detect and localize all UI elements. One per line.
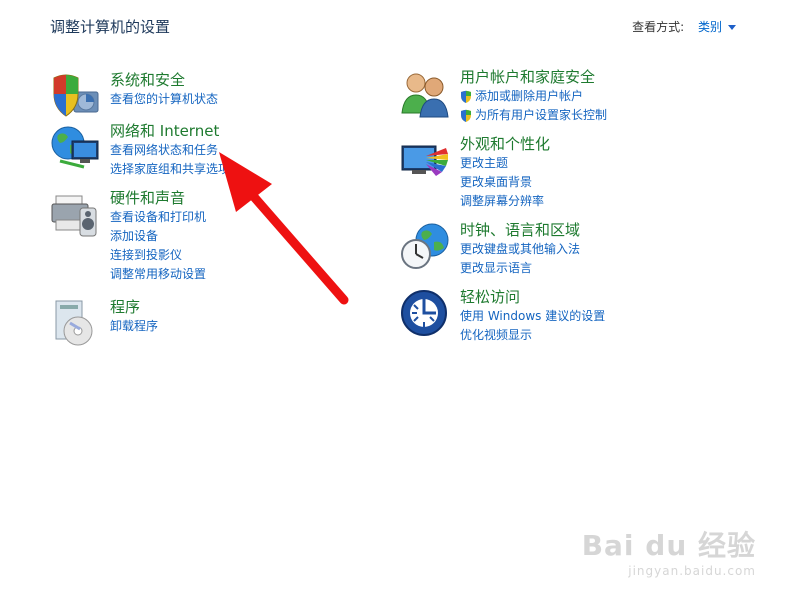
link-display-language[interactable]: 更改显示语言 [460, 259, 740, 278]
link-label: 优化视频显示 [460, 328, 533, 342]
page-title: 调整计算机的设置 [50, 18, 171, 36]
view-by-label: 查看方式: [632, 20, 685, 34]
link-label: 为所有用户设置家长控制 [475, 108, 608, 122]
view-by-control: 查看方式: 类别 [632, 18, 736, 35]
category-title[interactable]: 用户帐户和家庭安全 [460, 67, 740, 87]
link-label: 查看设备和打印机 [110, 210, 207, 224]
link-label: 卸载程序 [110, 319, 159, 333]
link-label: 查看您的计算机状态 [110, 92, 219, 106]
uac-shield-icon [460, 109, 472, 122]
view-by-dropdown[interactable]: 类别 [698, 20, 722, 34]
link-uninstall-program[interactable]: 卸载程序 [110, 317, 390, 336]
category-title[interactable]: 轻松访问 [460, 287, 740, 307]
watermark-brand: Bai du 经验 [581, 529, 756, 562]
category-title[interactable]: 时钟、语言和区域 [460, 220, 740, 240]
programs-disc-icon[interactable] [50, 297, 102, 349]
category-title[interactable]: 程序 [110, 297, 390, 317]
users-icon[interactable] [400, 67, 452, 119]
category-title[interactable]: 外观和个性化 [460, 134, 740, 154]
link-change-theme[interactable]: 更改主题 [460, 154, 740, 173]
link-connect-projector[interactable]: 连接到投影仪 [110, 246, 390, 265]
category-title[interactable]: 系统和安全 [110, 70, 390, 90]
link-desktop-background[interactable]: 更改桌面背景 [460, 173, 740, 192]
link-label: 更改桌面背景 [460, 175, 533, 189]
chevron-down-icon[interactable] [728, 25, 736, 30]
category-title[interactable]: 硬件和声音 [110, 188, 390, 208]
watermark: Bai du 经验 jingyan.baidu.com [582, 524, 756, 578]
printer-speaker-icon[interactable] [50, 188, 102, 240]
category-hardware-sound: 硬件和声音 查看设备和打印机 添加设备 连接到投影仪 调整常用移动设置 [50, 188, 390, 281]
link-label: 更改显示语言 [460, 261, 533, 275]
link-add-remove-accounts[interactable]: 添加或删除用户帐户 [460, 87, 740, 106]
link-change-keyboard[interactable]: 更改键盘或其他输入法 [460, 240, 740, 259]
shield-computer-icon[interactable] [50, 70, 102, 122]
link-label: 添加或删除用户帐户 [475, 89, 584, 103]
link-label: 连接到投影仪 [110, 248, 183, 262]
link-homegroup-sharing[interactable]: 选择家庭组和共享选项 [110, 160, 390, 179]
link-label: 添加设备 [110, 229, 159, 243]
link-optimize-display[interactable]: 优化视频显示 [460, 326, 740, 345]
link-view-computer-status[interactable]: 查看您的计算机状态 [110, 90, 390, 109]
watermark-url: jingyan.baidu.com [628, 564, 756, 578]
category-appearance: 外观和个性化 更改主题 更改桌面背景 调整屏幕分辨率 [400, 134, 740, 224]
link-label: 更改键盘或其他输入法 [460, 242, 581, 256]
category-ease-of-access: 轻松访问 使用 Windows 建议的设置 优化视频显示 [400, 287, 740, 377]
link-parental-controls[interactable]: 为所有用户设置家长控制 [460, 106, 740, 125]
category-title[interactable]: 网络和 Internet [110, 121, 390, 141]
link-devices-printers[interactable]: 查看设备和打印机 [110, 208, 390, 227]
link-add-device[interactable]: 添加设备 [110, 227, 390, 246]
category-programs: 程序 卸载程序 [50, 297, 390, 387]
link-view-network-status[interactable]: 查看网络状态和任务 [110, 141, 390, 160]
control-panel-window: 调整计算机的设置 查看方式: 类别 系统和安全 查看您的计算机状态 网络和 In… [0, 0, 800, 600]
ease-of-access-icon[interactable] [400, 287, 452, 339]
link-screen-resolution[interactable]: 调整屏幕分辨率 [460, 192, 740, 211]
monitor-palette-icon[interactable] [400, 134, 452, 186]
link-label: 更改主题 [460, 156, 509, 170]
link-label: 使用 Windows 建议的设置 [460, 309, 606, 323]
link-label: 调整常用移动设置 [110, 267, 207, 281]
uac-shield-icon [460, 90, 472, 103]
link-label: 选择家庭组和共享选项 [110, 162, 231, 176]
network-globe-icon[interactable] [50, 121, 102, 173]
link-mobility-settings[interactable]: 调整常用移动设置 [110, 265, 390, 284]
link-windows-recommended[interactable]: 使用 Windows 建议的设置 [460, 307, 740, 326]
link-label: 查看网络状态和任务 [110, 143, 219, 157]
clock-globe-icon[interactable] [400, 220, 452, 272]
link-label: 调整屏幕分辨率 [460, 194, 545, 208]
